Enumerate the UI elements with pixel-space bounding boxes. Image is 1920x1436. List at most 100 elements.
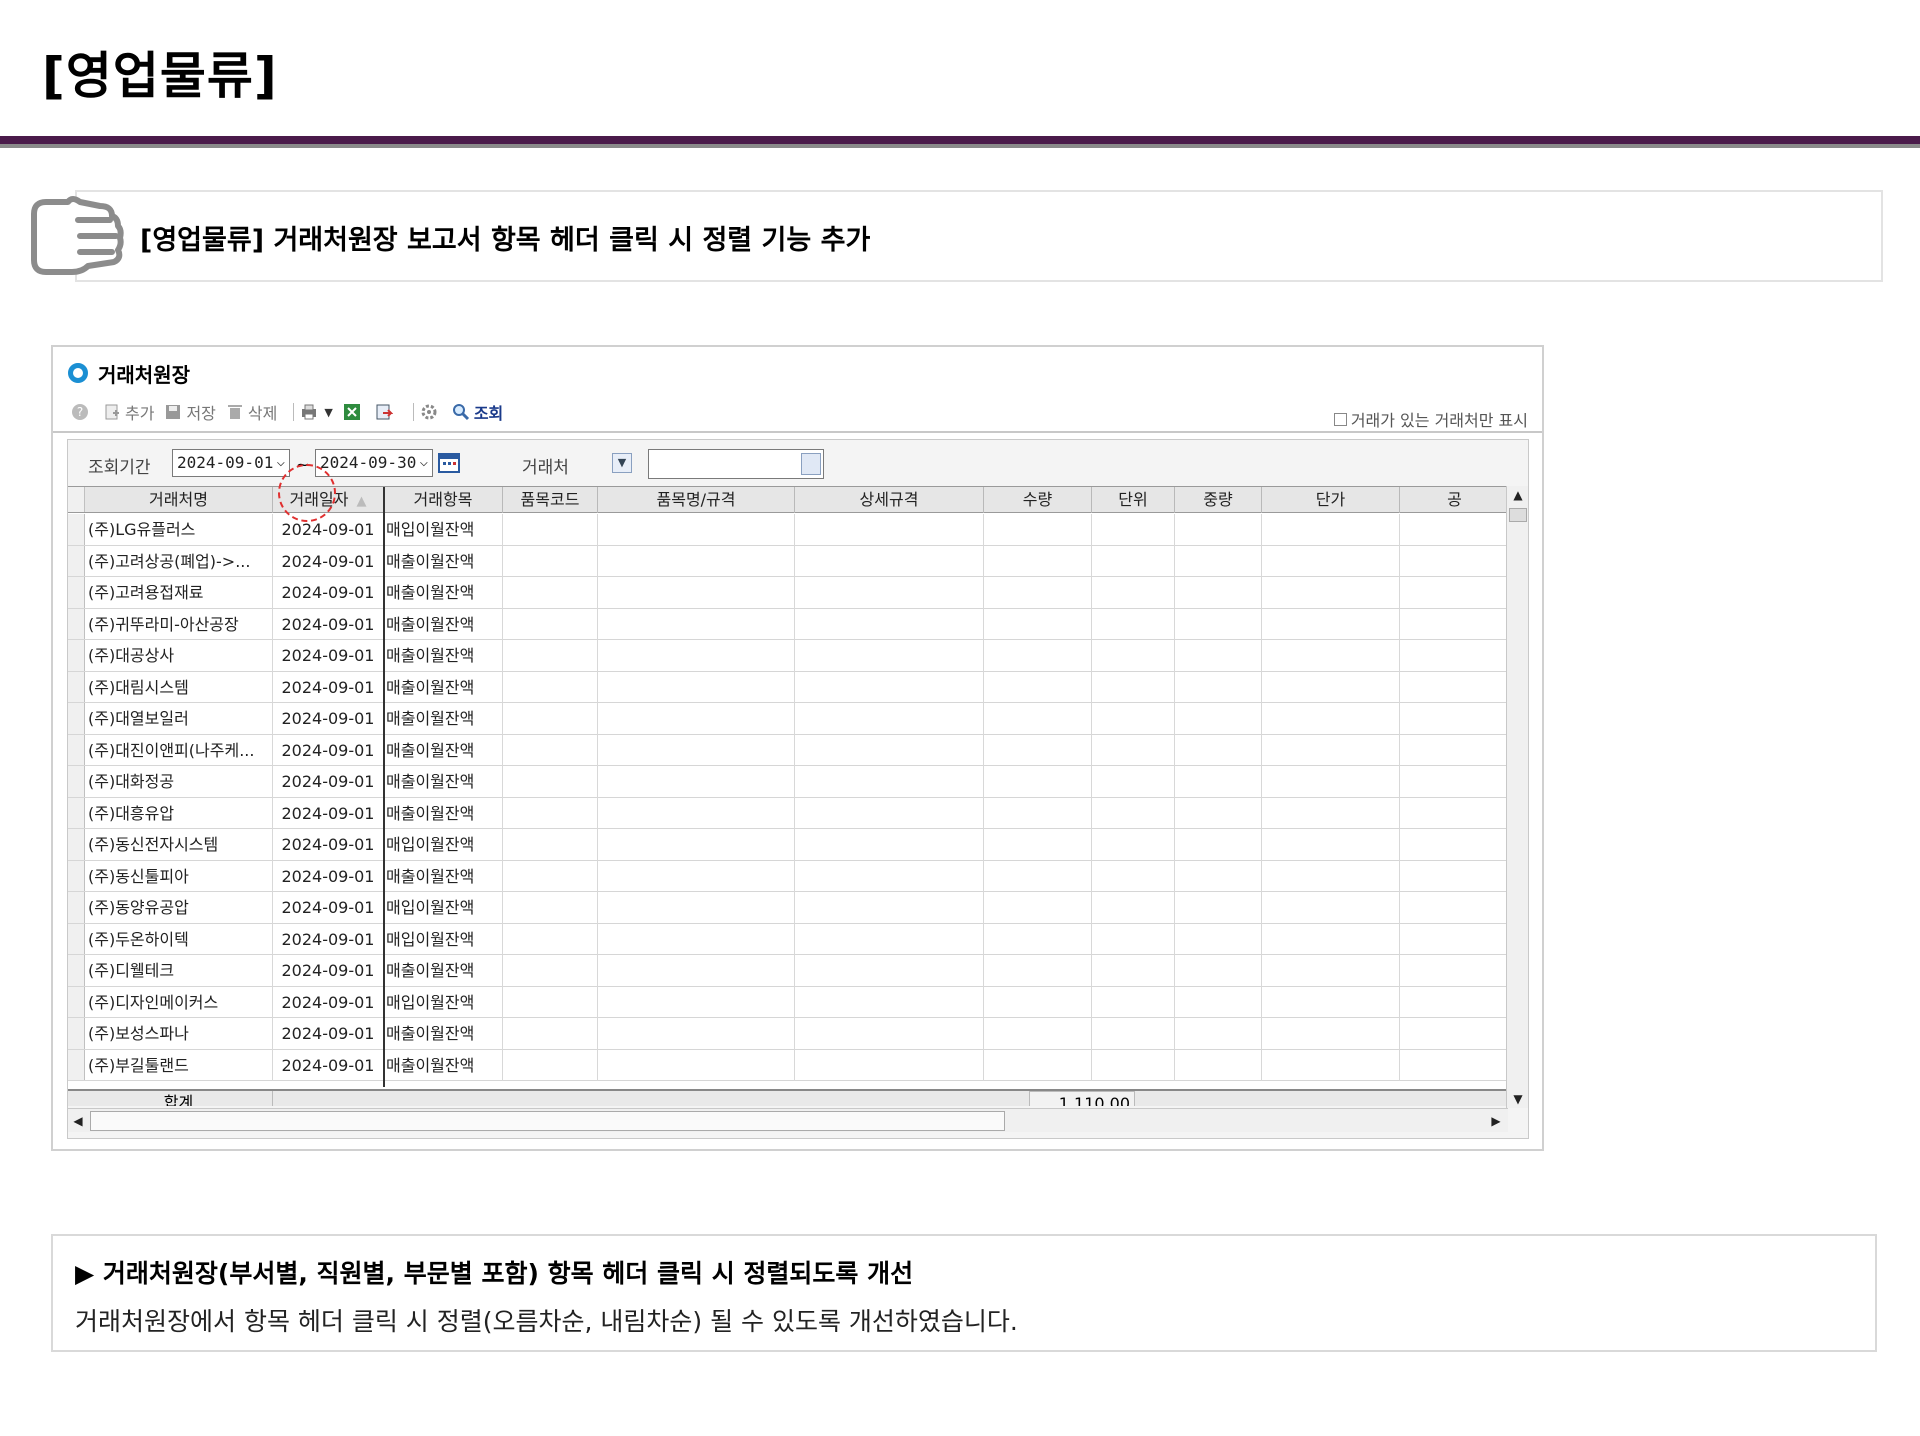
- toolbar-separator: [412, 403, 414, 421]
- column-header-7[interactable]: 단위: [1092, 487, 1175, 513]
- scroll-up-icon[interactable]: ▲: [1507, 486, 1529, 504]
- cell-empty: [1262, 766, 1400, 798]
- column-header-4[interactable]: 품목명/규격: [598, 487, 795, 513]
- row-indicator[interactable]: [68, 829, 85, 860]
- table-row[interactable]: (주)디자인메이커스 2024-09-01 매입이월잔액: [68, 986, 1508, 1018]
- cell-empty: [598, 703, 795, 735]
- vertical-scrollbar[interactable]: ▲ ▼: [1506, 486, 1528, 1108]
- title-divider: [0, 136, 1920, 144]
- row-indicator[interactable]: [68, 923, 85, 954]
- cell-empty: [598, 734, 795, 766]
- table-row[interactable]: (주)대흥유압 2024-09-01 매출이월잔액: [68, 797, 1508, 830]
- row-indicator[interactable]: [68, 797, 85, 828]
- export-button[interactable]: [375, 403, 397, 421]
- cell-empty: [1400, 1018, 1508, 1050]
- cell-empty: [1262, 986, 1400, 1018]
- date-to-field[interactable]: 2024-09-30 ⌵: [315, 449, 433, 477]
- search-button[interactable]: 조회: [452, 400, 503, 424]
- table-row[interactable]: (주)대공상사 2024-09-01 매출이월잔액: [68, 640, 1508, 672]
- date-from-field[interactable]: 2024-09-01 ⌵: [172, 449, 290, 477]
- row-indicator[interactable]: [68, 640, 85, 671]
- column-header-9[interactable]: 단가: [1262, 487, 1400, 513]
- save-button[interactable]: 저장: [164, 400, 216, 424]
- cell-date: 2024-09-01: [273, 514, 384, 546]
- cell-empty: [1175, 1049, 1262, 1081]
- help-button[interactable]: ?: [71, 403, 93, 421]
- cell-empty: [1092, 986, 1175, 1018]
- scroll-left-icon[interactable]: ◀: [68, 1111, 88, 1131]
- column-header-6[interactable]: 수량: [984, 487, 1092, 513]
- cell-empty: [503, 734, 598, 766]
- horizontal-scrollbar[interactable]: ◀ ▶: [68, 1108, 1508, 1132]
- row-indicator[interactable]: [68, 1018, 85, 1049]
- column-header-0[interactable]: 거래처명: [85, 487, 273, 513]
- vertical-scroll-thumb[interactable]: [1509, 508, 1527, 522]
- row-indicator[interactable]: [68, 577, 85, 608]
- cell-empty: [1400, 798, 1508, 830]
- cell-empty: [1400, 703, 1508, 735]
- dropdown-arrow-icon[interactable]: ▼: [324, 406, 332, 419]
- print-button[interactable]: ▼: [300, 403, 333, 421]
- row-indicator[interactable]: [68, 986, 85, 1017]
- table-row[interactable]: (주)동신전자시스템 2024-09-01 매입이월잔액: [68, 829, 1508, 861]
- table-row[interactable]: (주)동양유공압 2024-09-01 매입이월잔액: [68, 892, 1508, 924]
- cell-empty: [1092, 829, 1175, 861]
- summary-text: [영업물류] 거래처원장 보고서 항목 헤더 클릭 시 정렬 기능 추가: [140, 225, 871, 256]
- show-active-partners-checkbox[interactable]: [1333, 412, 1347, 426]
- row-indicator[interactable]: [68, 892, 85, 923]
- table-row[interactable]: (주)대진이앤피(나주케... 2024-09-01 매출이월잔액: [68, 734, 1508, 766]
- column-header-10[interactable]: 공: [1400, 487, 1508, 513]
- horizontal-scroll-thumb[interactable]: [90, 1111, 1005, 1131]
- table-row[interactable]: (주)LG유플러스 2024-09-01 매입이월잔액: [68, 514, 1508, 546]
- table-row[interactable]: (주)대화정공 2024-09-01 매출이월잔액: [68, 766, 1508, 798]
- settings-button[interactable]: [420, 403, 442, 421]
- table-row[interactable]: (주)부길툴랜드 2024-09-01 매출이월잔액: [68, 1049, 1508, 1081]
- partner-type-dropdown[interactable]: ▼: [612, 453, 632, 473]
- table-row[interactable]: (주)보성스파나 2024-09-01 매출이월잔액: [68, 1018, 1508, 1050]
- table-row[interactable]: (주)고려상공(폐업)->... 2024-09-01 매출이월잔액: [68, 545, 1508, 577]
- table-row[interactable]: (주)디웰테크 2024-09-01 매출이월잔액: [68, 955, 1508, 987]
- chevron-down-icon[interactable]: ⌵: [277, 454, 285, 470]
- column-header-8[interactable]: 중량: [1175, 487, 1262, 513]
- row-indicator[interactable]: [68, 545, 85, 576]
- cell-empty: [1092, 671, 1175, 703]
- cell-empty: [598, 829, 795, 861]
- table-row[interactable]: (주)동신툴피아 2024-09-01 매출이월잔액: [68, 860, 1508, 892]
- table-row[interactable]: (주)고려용접재료 2024-09-01 매출이월잔액: [68, 577, 1508, 609]
- partner-field[interactable]: [648, 449, 824, 479]
- row-indicator[interactable]: [68, 860, 85, 891]
- row-indicator[interactable]: [68, 766, 85, 797]
- cell-empty: [795, 671, 984, 703]
- cell-empty: [1175, 923, 1262, 955]
- filter-and-grid-area: 조회기간 2024-09-01 ⌵ ~ 2024-09-30 ⌵ 거래처 ▼ 거…: [67, 439, 1529, 1139]
- show-active-partners-toggle[interactable]: 거래가 있는 거래처만 표시: [1333, 407, 1528, 431]
- cell-empty: [1262, 671, 1400, 703]
- scroll-down-icon[interactable]: ▼: [1507, 1090, 1529, 1108]
- add-button[interactable]: 추가: [103, 400, 154, 424]
- lookup-icon[interactable]: [801, 453, 821, 475]
- row-indicator[interactable]: [68, 703, 85, 734]
- column-header-5[interactable]: 상세규격: [795, 487, 984, 513]
- column-header-2[interactable]: 거래항목: [384, 487, 503, 513]
- excel-button[interactable]: [343, 403, 365, 421]
- cell-empty: [1262, 577, 1400, 609]
- chevron-down-icon[interactable]: ⌵: [420, 454, 428, 470]
- delete-button[interactable]: 삭제: [226, 400, 277, 424]
- row-indicator[interactable]: [68, 734, 85, 765]
- column-header-3[interactable]: 품목코드: [503, 487, 598, 513]
- cell-name: (주)대진이앤피(나주케...: [85, 734, 273, 766]
- table-row[interactable]: (주)귀뚜라미-아산공장 2024-09-01 매출이월잔액: [68, 608, 1508, 640]
- table-row[interactable]: (주)대열보일러 2024-09-01 매출이월잔액: [68, 703, 1508, 735]
- row-indicator[interactable]: [68, 1049, 85, 1080]
- table-row[interactable]: (주)두온하이텍 2024-09-01 매입이월잔액: [68, 923, 1508, 955]
- row-indicator[interactable]: [68, 514, 85, 545]
- row-indicator[interactable]: [68, 671, 85, 702]
- scroll-right-icon[interactable]: ▶: [1486, 1111, 1506, 1131]
- cell-name: (주)대림시스템: [85, 671, 273, 703]
- cell-empty: [1262, 703, 1400, 735]
- row-indicator[interactable]: [68, 608, 85, 639]
- row-indicator[interactable]: [68, 955, 85, 986]
- table-row[interactable]: (주)대림시스템 2024-09-01 매출이월잔액: [68, 671, 1508, 703]
- cell-date: 2024-09-01: [273, 955, 384, 987]
- calendar-icon[interactable]: [438, 451, 460, 473]
